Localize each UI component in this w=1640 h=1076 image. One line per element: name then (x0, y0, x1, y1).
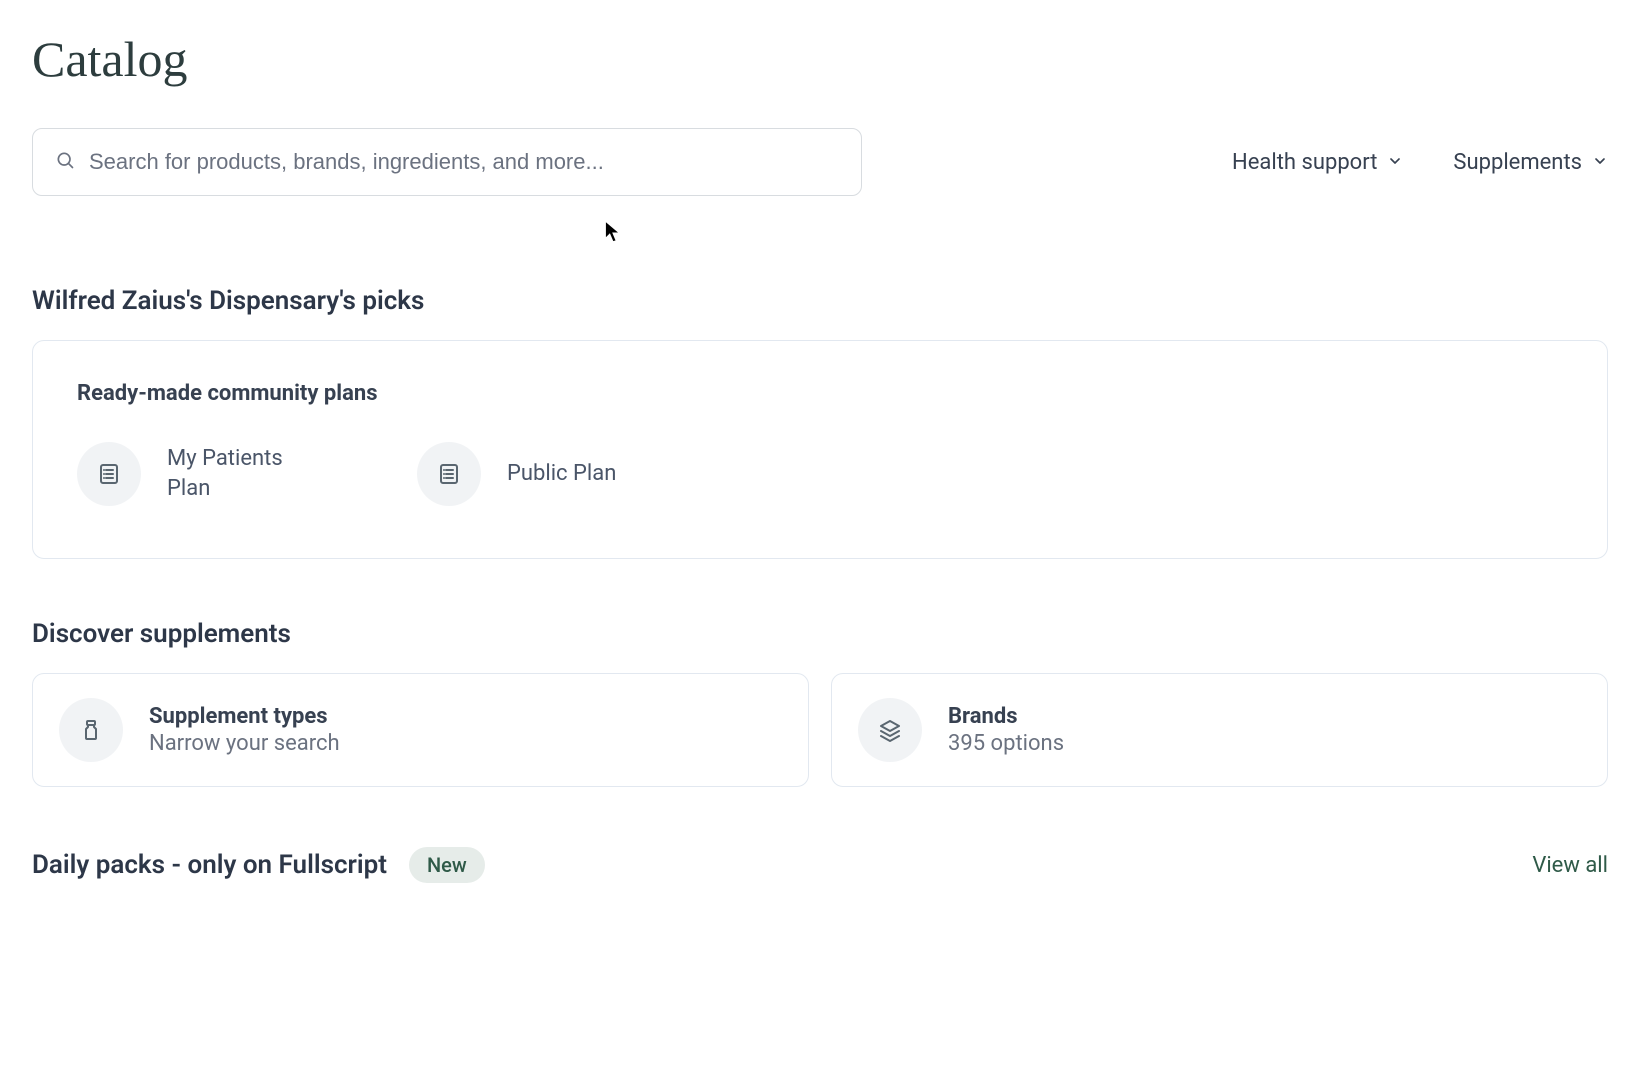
plan-row: My Patients Plan Public Plan (77, 442, 1563, 506)
search-box[interactable] (32, 128, 862, 196)
picks-card: Ready-made community plans My Patients P… (32, 340, 1608, 559)
health-support-label: Health support (1232, 150, 1377, 175)
stack-icon (858, 698, 922, 762)
view-all-link[interactable]: View all (1532, 853, 1608, 878)
plan-public[interactable]: Public Plan (417, 442, 616, 506)
supplements-label: Supplements (1453, 150, 1582, 175)
discover-row: Supplement types Narrow your search Bran… (32, 673, 1608, 787)
discover-card-title: Supplement types (149, 704, 340, 729)
supplement-types-card[interactable]: Supplement types Narrow your search (32, 673, 809, 787)
search-row: Health support Supplements (32, 128, 1608, 196)
daily-packs-header: Daily packs - only on Fullscript New Vie… (32, 847, 1608, 883)
page-title: Catalog (32, 30, 1608, 88)
health-support-dropdown[interactable]: Health support (1232, 150, 1403, 175)
bottle-icon (59, 698, 123, 762)
new-badge: New (409, 847, 485, 883)
discover-card-subtitle: 395 options (948, 731, 1064, 756)
search-icon (55, 150, 75, 174)
picks-section-title: Wilfred Zaius's Dispensary's picks (32, 286, 1608, 316)
supplements-dropdown[interactable]: Supplements (1453, 150, 1608, 175)
plan-my-patients[interactable]: My Patients Plan (77, 442, 327, 506)
daily-packs-title: Daily packs - only on Fullscript (32, 850, 387, 880)
chevron-down-icon (1592, 150, 1608, 175)
plan-list-icon (77, 442, 141, 506)
discover-section-title: Discover supplements (32, 619, 1608, 649)
search-input[interactable] (89, 149, 839, 175)
filters: Health support Supplements (1232, 150, 1608, 175)
plan-list-icon (417, 442, 481, 506)
cursor-icon (604, 220, 622, 248)
discover-card-title: Brands (948, 704, 1064, 729)
plan-label: My Patients Plan (167, 444, 327, 503)
chevron-down-icon (1387, 150, 1403, 175)
plan-label: Public Plan (507, 459, 616, 489)
discover-card-subtitle: Narrow your search (149, 731, 340, 756)
brands-card[interactable]: Brands 395 options (831, 673, 1608, 787)
picks-card-title: Ready-made community plans (77, 381, 1563, 406)
